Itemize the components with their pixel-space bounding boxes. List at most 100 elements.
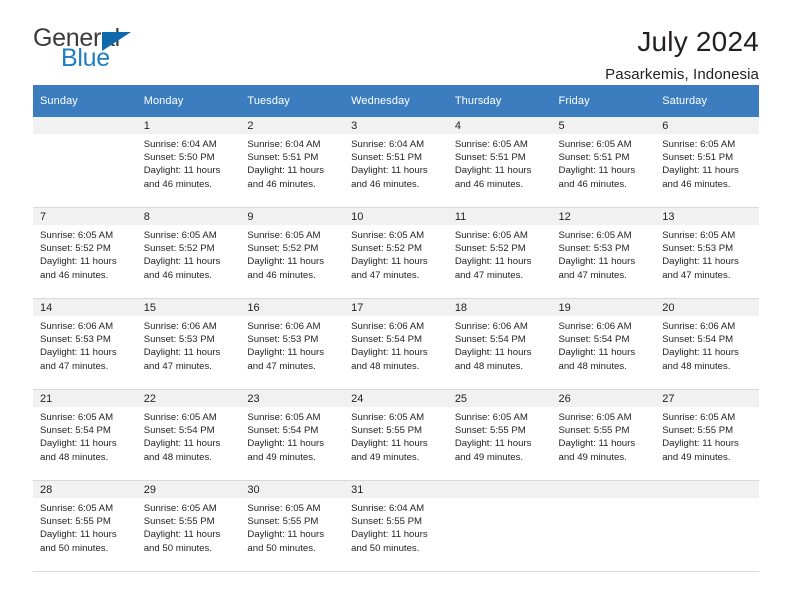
sunset-line: Sunset: 5:51 PM xyxy=(662,152,734,164)
day-details xyxy=(552,498,656,502)
calendar-day-cell[interactable]: 25 Sunrise: 6:05 AM Sunset: 5:55 PM Dayligh… xyxy=(447,389,552,481)
sunrise-line: Sunrise: 6:05 AM xyxy=(558,412,632,423)
sunset-line: Sunset: 5:52 PM xyxy=(454,243,526,255)
calendar-table: Sunday Monday Tuesday Wednesday Thursday Frid… xyxy=(33,85,759,572)
sunset-line: Sunset: 5:55 PM xyxy=(143,516,215,528)
daylight-line-1: Daylight: 11 hours xyxy=(247,438,325,450)
day-details: Sunrise: 6:05 AM Sunset: 5:51 PM Daylight:… xyxy=(448,134,552,191)
calendar-day-cell[interactable]: 13 Sunrise: 6:05 AM Sunset: 5:53 PM Dayligh… xyxy=(655,207,759,299)
day-number: 9 xyxy=(240,208,345,225)
daylight-line-2: and 50 minutes. xyxy=(143,542,212,554)
calendar-day-cell[interactable]: 19 Sunrise: 6:06 AM Sunset: 5:54 PM Dayligh… xyxy=(551,298,656,390)
sunset-line: Sunset: 5:53 PM xyxy=(143,334,215,346)
sunset-line: Sunset: 5:52 PM xyxy=(351,243,423,255)
page-title: July 2024 xyxy=(637,26,759,57)
day-number: 5 xyxy=(551,117,656,134)
calendar-day-cell[interactable]: 2 Sunrise: 6:04 AM Sunset: 5:51 PM Daylight… xyxy=(240,117,345,208)
sunrise-line: Sunrise: 6:05 AM xyxy=(40,503,114,514)
daylight-line-2: and 46 minutes. xyxy=(40,269,109,281)
daylight-line-1: Daylight: 11 hours xyxy=(454,256,532,268)
daylight-line-2: and 46 minutes. xyxy=(247,178,316,190)
day-cell-inner: 5 Sunrise: 6:05 AM Sunset: 5:51 PM Daylight… xyxy=(551,117,656,207)
calendar-day-cell[interactable]: 3 Sunrise: 6:04 AM Sunset: 5:51 PM Daylight… xyxy=(344,117,448,208)
daylight-line-2: and 47 minutes. xyxy=(40,360,109,372)
calendar-day-cell[interactable]: 24 Sunrise: 6:05 AM Sunset: 5:55 PM Dayligh… xyxy=(344,389,448,481)
day-number: 21 xyxy=(33,390,137,407)
sunrise-line: Sunrise: 6:05 AM xyxy=(143,230,217,241)
weekday-header-friday: Friday xyxy=(551,85,656,117)
calendar-day-cell[interactable]: 28 Sunrise: 6:05 AM Sunset: 5:55 PM Dayligh… xyxy=(33,480,137,572)
calendar-day-cell[interactable]: 21 Sunrise: 6:05 AM Sunset: 5:54 PM Dayligh… xyxy=(33,389,137,481)
calendar-day-cell[interactable]: 30 Sunrise: 6:05 AM Sunset: 5:55 PM Dayligh… xyxy=(240,480,345,572)
day-details: Sunrise: 6:05 AM Sunset: 5:55 PM Daylight:… xyxy=(448,407,552,464)
sunset-line: Sunset: 5:55 PM xyxy=(662,425,734,437)
daylight-line-1: Daylight: 11 hours xyxy=(143,256,221,268)
sunrise-line: Sunrise: 6:06 AM xyxy=(143,321,217,332)
day-details: Sunrise: 6:06 AM Sunset: 5:53 PM Daylight:… xyxy=(33,316,137,373)
weekday-header-tuesday: Tuesday xyxy=(240,85,345,117)
day-number: 11 xyxy=(447,208,552,225)
calendar-day-cell[interactable]: 18 Sunrise: 6:06 AM Sunset: 5:54 PM Dayligh… xyxy=(447,298,552,390)
sunset-line: Sunset: 5:54 PM xyxy=(558,334,630,346)
sunrise-line: Sunrise: 6:04 AM xyxy=(351,503,425,514)
calendar-day-cell[interactable]: 14 Sunrise: 6:06 AM Sunset: 5:53 PM Dayligh… xyxy=(33,298,137,390)
calendar-day-cell[interactable]: 12 Sunrise: 6:05 AM Sunset: 5:53 PM Dayligh… xyxy=(551,207,656,299)
daylight-line-2: and 47 minutes. xyxy=(247,360,316,372)
sunrise-line: Sunrise: 6:05 AM xyxy=(558,230,632,241)
calendar-day-cell[interactable]: 4 Sunrise: 6:05 AM Sunset: 5:51 PM Daylight… xyxy=(447,117,552,208)
day-number: 7 xyxy=(33,208,137,225)
daylight-line-2: and 47 minutes. xyxy=(351,269,420,281)
sunset-line: Sunset: 5:52 PM xyxy=(247,243,319,255)
daylight-line-2: and 47 minutes. xyxy=(558,269,627,281)
calendar-day-cell[interactable]: 6 Sunrise: 6:05 AM Sunset: 5:51 PM Daylight… xyxy=(655,117,759,208)
calendar-page: General Blue July 2024 Pasarkemis, Indon… xyxy=(0,0,792,612)
daylight-line-1: Daylight: 11 hours xyxy=(662,438,739,450)
day-number: 10 xyxy=(344,208,448,225)
day-number: 22 xyxy=(136,390,241,407)
daylight-line-1: Daylight: 11 hours xyxy=(143,347,221,359)
sunset-line: Sunset: 5:53 PM xyxy=(247,334,319,346)
daylight-line-2: and 49 minutes. xyxy=(558,451,627,463)
daylight-line-2: and 47 minutes. xyxy=(454,269,524,281)
day-cell-inner: 12 Sunrise: 6:05 AM Sunset: 5:53 PM Dayligh… xyxy=(551,208,656,298)
page-header: General Blue July 2024 Pasarkemis, Indon… xyxy=(33,0,759,84)
calendar-day-cell[interactable]: 5 Sunrise: 6:05 AM Sunset: 5:51 PM Daylight… xyxy=(551,117,656,208)
calendar-day-cell[interactable]: 22 Sunrise: 6:05 AM Sunset: 5:54 PM Dayligh… xyxy=(136,389,241,481)
day-number xyxy=(447,481,552,498)
day-number: 3 xyxy=(344,117,448,134)
sunset-line: Sunset: 5:53 PM xyxy=(558,243,630,255)
calendar-day-cell[interactable]: 27 Sunrise: 6:05 AM Sunset: 5:55 PM Dayligh… xyxy=(655,389,759,481)
day-cell-inner: 30 Sunrise: 6:05 AM Sunset: 5:55 PM Dayligh… xyxy=(240,481,345,571)
daylight-line-1: Daylight: 11 hours xyxy=(351,438,428,450)
daylight-line-1: Daylight: 11 hours xyxy=(662,347,739,359)
day-number: 2 xyxy=(240,117,345,134)
sunrise-line: Sunrise: 6:05 AM xyxy=(40,412,114,423)
calendar-day-cell[interactable]: 15 Sunrise: 6:06 AM Sunset: 5:53 PM Dayligh… xyxy=(136,298,241,390)
sunrise-line: Sunrise: 6:05 AM xyxy=(454,412,528,423)
daylight-line-1: Daylight: 11 hours xyxy=(143,438,221,450)
day-cell-inner: 4 Sunrise: 6:05 AM Sunset: 5:51 PM Daylight… xyxy=(447,117,552,207)
sunrise-line: Sunrise: 6:05 AM xyxy=(351,230,425,241)
calendar-day-cell[interactable]: 7 Sunrise: 6:05 AM Sunset: 5:52 PM Daylight… xyxy=(33,207,137,299)
calendar-day-cell-empty xyxy=(447,480,552,572)
calendar-day-cell[interactable]: 11 Sunrise: 6:05 AM Sunset: 5:52 PM Dayligh… xyxy=(447,207,552,299)
calendar-day-cell[interactable]: 26 Sunrise: 6:05 AM Sunset: 5:55 PM Dayligh… xyxy=(551,389,656,481)
calendar-day-cell[interactable]: 31 Sunrise: 6:04 AM Sunset: 5:55 PM Dayligh… xyxy=(344,480,448,572)
daylight-line-2: and 47 minutes. xyxy=(143,360,212,372)
day-details: Sunrise: 6:06 AM Sunset: 5:54 PM Daylight:… xyxy=(344,316,448,373)
sunrise-line: Sunrise: 6:05 AM xyxy=(143,412,217,423)
calendar-day-cell[interactable]: 29 Sunrise: 6:05 AM Sunset: 5:55 PM Dayligh… xyxy=(136,480,241,572)
day-cell-inner: 10 Sunrise: 6:05 AM Sunset: 5:52 PM Dayligh… xyxy=(344,208,448,298)
calendar-day-cell[interactable]: 8 Sunrise: 6:05 AM Sunset: 5:52 PM Daylight… xyxy=(136,207,241,299)
day-cell-inner: 9 Sunrise: 6:05 AM Sunset: 5:52 PM Daylight… xyxy=(240,208,345,298)
day-number xyxy=(551,481,656,498)
calendar-day-cell[interactable]: 10 Sunrise: 6:05 AM Sunset: 5:52 PM Dayligh… xyxy=(344,207,448,299)
calendar-day-cell[interactable]: 17 Sunrise: 6:06 AM Sunset: 5:54 PM Dayligh… xyxy=(344,298,448,390)
sunset-line: Sunset: 5:54 PM xyxy=(662,334,734,346)
calendar-day-cell[interactable]: 16 Sunrise: 6:06 AM Sunset: 5:53 PM Dayligh… xyxy=(240,298,345,390)
calendar-day-cell[interactable]: 1 Sunrise: 6:04 AM Sunset: 5:50 PM Daylight… xyxy=(136,117,241,208)
calendar-day-cell[interactable]: 20 Sunrise: 6:06 AM Sunset: 5:54 PM Dayligh… xyxy=(655,298,759,390)
calendar-day-cell[interactable]: 23 Sunrise: 6:05 AM Sunset: 5:54 PM Dayligh… xyxy=(240,389,345,481)
day-details xyxy=(33,134,137,138)
calendar-day-cell[interactable]: 9 Sunrise: 6:05 AM Sunset: 5:52 PM Daylight… xyxy=(240,207,345,299)
